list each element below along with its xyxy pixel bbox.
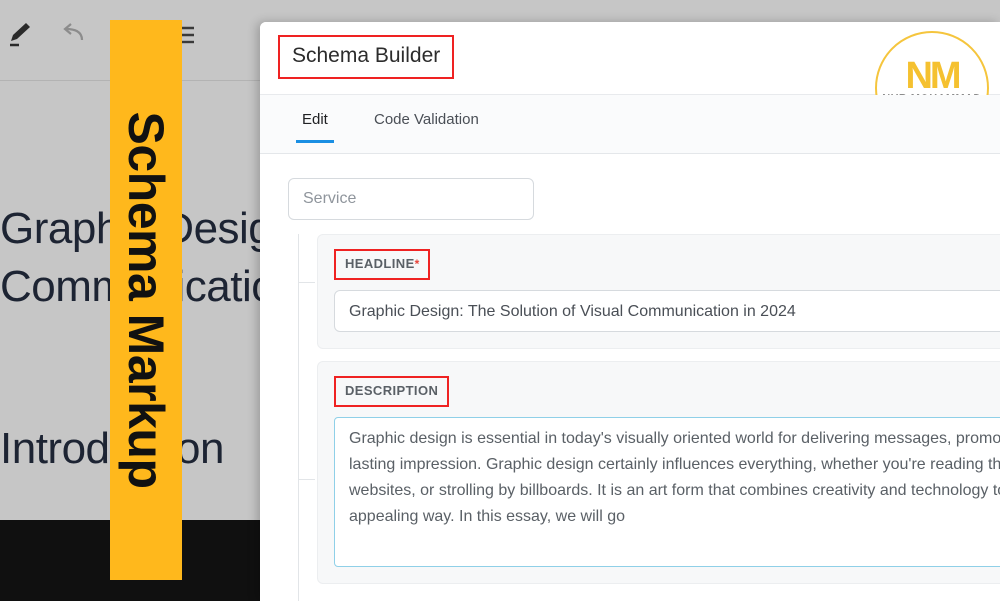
pencil-icon[interactable]	[6, 20, 36, 48]
panel-header: Schema Builder NM NUR MOHAMMAD	[260, 22, 1000, 145]
service-type-input[interactable]: Service	[288, 178, 534, 220]
tree-connector	[299, 282, 315, 283]
tab-code-validation[interactable]: Code Validation	[368, 111, 485, 142]
tab-edit-label: Edit	[302, 111, 328, 128]
field-card-headline: HEADLINE* Graphic Design: The Solution o…	[317, 234, 1000, 349]
field-card-description: DESCRIPTION Graphic design is essential …	[317, 361, 1000, 584]
page-title: Schema Builder	[292, 44, 441, 67]
tree-connector	[299, 479, 315, 480]
headline-label-highlight: HEADLINE*	[334, 249, 431, 280]
tab-bar: Edit Code Validation	[260, 95, 1000, 154]
description-label: DESCRIPTION	[345, 383, 439, 398]
schema-markup-banner: Schema Markup	[110, 20, 182, 580]
schema-builder-panel: Schema Builder NM NUR MOHAMMAD Edit Code…	[260, 22, 1000, 601]
page-title-highlight: Schema Builder	[278, 35, 455, 79]
headline-label: HEADLINE	[345, 256, 415, 271]
headline-required-mark: *	[414, 257, 420, 271]
banner-label: Schema Markup	[118, 111, 174, 489]
service-type-value: Service	[303, 190, 357, 207]
field-row-description: DESCRIPTION Graphic design is essential …	[299, 361, 1000, 584]
tab-code-validation-label: Code Validation	[374, 111, 479, 128]
description-label-highlight: DESCRIPTION	[334, 376, 450, 407]
tab-edit[interactable]: Edit	[296, 111, 334, 143]
field-row-headline: HEADLINE* Graphic Design: The Solution o…	[299, 234, 1000, 349]
tab-active-underline	[296, 140, 334, 143]
schema-field-tree: HEADLINE* Graphic Design: The Solution o…	[298, 234, 1000, 601]
panel-body: Service HEADLINE* Graphic Design: The So…	[260, 154, 1000, 601]
headline-input[interactable]: Graphic Design: The Solution of Visual C…	[334, 290, 1000, 332]
logo-monogram: NM	[905, 55, 961, 97]
undo-icon[interactable]	[60, 20, 90, 48]
description-textarea[interactable]: Graphic design is essential in today's v…	[334, 417, 1000, 567]
